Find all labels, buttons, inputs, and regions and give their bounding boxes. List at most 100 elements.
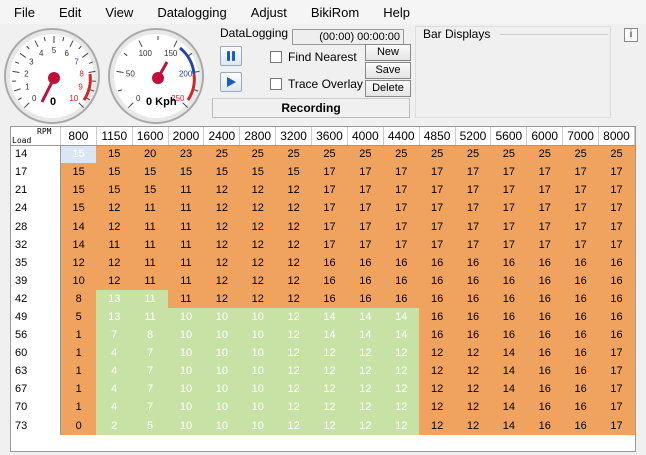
load-row-header[interactable]: 56 xyxy=(11,326,62,345)
map-cell[interactable]: 16 xyxy=(490,289,527,308)
map-cell[interactable]: 17 xyxy=(598,380,635,399)
map-cell[interactable]: 16 xyxy=(419,253,456,272)
map-cell[interactable]: 15 xyxy=(168,163,204,182)
map-cell[interactable]: 15 xyxy=(60,199,97,218)
map-cell[interactable]: 12 xyxy=(419,380,456,399)
map-cell[interactable]: 17 xyxy=(383,163,420,182)
map-cell[interactable]: 14 xyxy=(347,326,384,345)
map-cell[interactable]: 25 xyxy=(239,145,276,164)
map-cell[interactable]: 11 xyxy=(96,235,133,254)
map-cell[interactable]: 10 xyxy=(239,380,276,399)
rpm-column-header[interactable]: 7000 xyxy=(562,127,600,146)
map-cell[interactable]: 4 xyxy=(96,398,133,417)
map-cell[interactable]: 14 xyxy=(60,235,97,254)
map-cell[interactable]: 10 xyxy=(168,344,204,363)
map-cell[interactable]: 16 xyxy=(526,271,563,290)
map-cell[interactable]: 16 xyxy=(598,326,635,345)
map-cell[interactable]: 17 xyxy=(383,217,420,236)
map-cell[interactable]: 12 xyxy=(455,344,491,363)
map-cell[interactable]: 1 xyxy=(60,326,97,345)
map-cell[interactable]: 12 xyxy=(311,380,348,399)
load-row-header[interactable]: 35 xyxy=(11,253,62,272)
map-cell[interactable]: 7 xyxy=(96,326,133,345)
map-cell[interactable]: 11 xyxy=(132,253,169,272)
map-cell[interactable]: 16 xyxy=(455,271,491,290)
map-cell[interactable]: 16 xyxy=(562,362,599,381)
map-cell[interactable]: 17 xyxy=(311,235,348,254)
map-cell[interactable]: 16 xyxy=(562,416,599,435)
map-cell[interactable]: 16 xyxy=(562,380,599,399)
menu-view[interactable]: View xyxy=(93,5,145,20)
map-cell[interactable]: 12 xyxy=(203,199,240,218)
load-row-header[interactable]: 32 xyxy=(11,235,62,254)
map-cell[interactable]: 17 xyxy=(419,199,456,218)
map-cell[interactable]: 13 xyxy=(96,307,133,327)
map-cell[interactable]: 12 xyxy=(347,398,384,417)
map-cell[interactable]: 25 xyxy=(275,145,312,164)
map-cell[interactable]: 14 xyxy=(490,416,527,435)
save-log-button[interactable]: Save xyxy=(365,62,411,79)
map-cell[interactable]: 17 xyxy=(455,163,491,182)
map-cell[interactable]: 15 xyxy=(96,163,133,182)
map-cell[interactable]: 12 xyxy=(419,344,456,363)
map-cell[interactable]: 12 xyxy=(419,416,456,435)
rpm-column-header[interactable]: 8000 xyxy=(598,127,635,146)
map-cell[interactable]: 17 xyxy=(419,217,456,236)
map-cell[interactable]: 17 xyxy=(598,181,635,200)
map-cell[interactable]: 16 xyxy=(383,253,420,272)
rpm-column-header[interactable]: 1600 xyxy=(132,127,169,146)
load-row-header[interactable]: 28 xyxy=(11,217,62,236)
map-cell[interactable]: 13 xyxy=(96,289,133,308)
map-cell[interactable]: 12 xyxy=(275,307,312,327)
map-cell[interactable]: 12 xyxy=(383,344,420,363)
map-cell[interactable]: 4 xyxy=(96,344,133,363)
map-cell[interactable]: 12 xyxy=(203,217,240,236)
map-cell[interactable]: 16 xyxy=(526,326,563,345)
map-cell[interactable]: 5 xyxy=(132,416,169,435)
map-cell[interactable]: 14 xyxy=(490,380,527,399)
map-cell[interactable]: 1 xyxy=(60,362,97,381)
map-cell[interactable]: 11 xyxy=(168,253,204,272)
map-cell[interactable]: 10 xyxy=(203,380,240,399)
rpm-column-header[interactable]: 3600 xyxy=(311,127,348,146)
map-cell[interactable]: 14 xyxy=(347,307,384,327)
load-row-header[interactable]: 21 xyxy=(11,181,62,200)
map-cell[interactable]: 16 xyxy=(455,326,491,345)
map-cell[interactable]: 16 xyxy=(598,289,635,308)
map-cell[interactable]: 7 xyxy=(132,380,169,399)
map-cell[interactable]: 16 xyxy=(419,271,456,290)
map-cell[interactable]: 16 xyxy=(455,253,491,272)
map-cell[interactable]: 12 xyxy=(419,362,456,381)
rpm-column-header[interactable]: 3200 xyxy=(275,127,313,146)
map-cell[interactable]: 12 xyxy=(239,217,276,236)
map-cell[interactable]: 12 xyxy=(275,416,312,435)
map-cell[interactable]: 17 xyxy=(562,163,599,182)
map-cell[interactable]: 16 xyxy=(419,326,456,345)
rpm-column-header[interactable]: 6000 xyxy=(526,127,564,146)
map-cell[interactable]: 10 xyxy=(239,307,276,327)
map-cell[interactable]: 17 xyxy=(598,398,635,417)
map-cell[interactable]: 16 xyxy=(598,271,635,290)
load-row-header[interactable]: 70 xyxy=(11,398,62,417)
map-cell[interactable]: 17 xyxy=(526,235,563,254)
map-cell[interactable]: 16 xyxy=(455,307,491,327)
map-cell[interactable]: 16 xyxy=(562,253,599,272)
map-cell[interactable]: 17 xyxy=(311,181,348,200)
map-cell[interactable]: 20 xyxy=(132,145,169,164)
map-cell[interactable]: 12 xyxy=(203,289,240,308)
map-cell[interactable]: 10 xyxy=(168,416,204,435)
map-cell[interactable]: 12 xyxy=(275,289,312,308)
map-cell[interactable]: 17 xyxy=(347,235,384,254)
map-cell[interactable]: 2 xyxy=(96,416,133,435)
map-cell[interactable]: 15 xyxy=(60,145,97,164)
map-cell[interactable]: 12 xyxy=(311,416,348,435)
map-cell[interactable]: 12 xyxy=(275,380,312,399)
map-cell[interactable]: 16 xyxy=(526,253,563,272)
new-log-button[interactable]: New xyxy=(365,44,411,61)
load-row-header[interactable]: 67 xyxy=(11,380,62,399)
play-button[interactable] xyxy=(220,72,242,92)
map-cell[interactable]: 25 xyxy=(419,145,456,164)
map-cell[interactable]: 15 xyxy=(275,163,312,182)
map-cell[interactable]: 4 xyxy=(96,380,133,399)
map-cell[interactable]: 10 xyxy=(168,326,204,345)
